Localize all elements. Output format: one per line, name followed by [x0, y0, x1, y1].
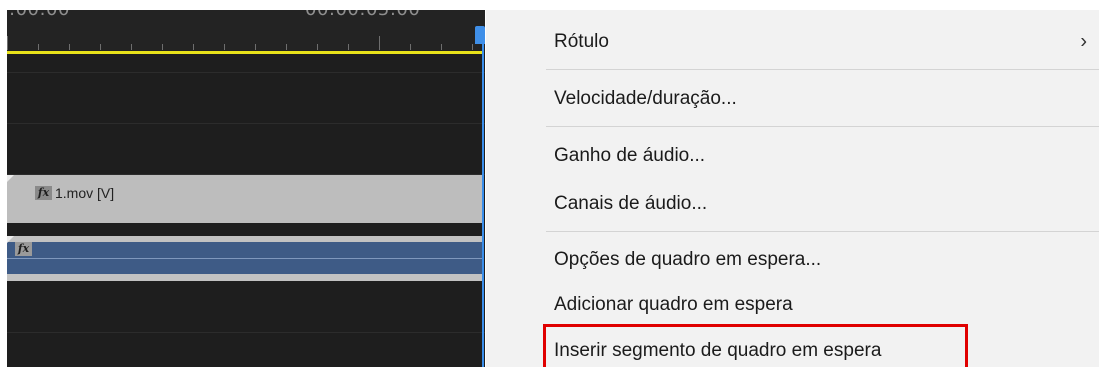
menu-separator — [546, 69, 1099, 70]
ruler-tick — [348, 44, 349, 50]
time-ruler[interactable]: :00:00 00:00:05:00 — [7, 10, 485, 53]
fx-badge-icon: fx — [35, 186, 52, 200]
menu-item-label: Ganho de áudio... — [554, 145, 706, 166]
ruler-tick — [286, 44, 287, 50]
menu-item-opcoes-quadro-espera[interactable]: Opções de quadro em espera... — [486, 240, 1099, 280]
ruler-tick — [131, 44, 132, 50]
timecode-mark: 00:00:05:00 — [305, 10, 420, 20]
menu-item-canais-de-audio[interactable]: Canais de áudio... — [486, 184, 1099, 224]
track-divider — [7, 123, 485, 124]
ruler-tick — [379, 36, 380, 50]
clip-corner-marker — [7, 175, 14, 182]
timeline-panel[interactable]: :00:00 00:00:05:00 fx 1.mov [V] fx — [7, 10, 485, 367]
ruler-tick — [317, 44, 318, 50]
work-area-bar[interactable] — [7, 51, 483, 54]
timecode-start: :00:00 — [9, 10, 70, 20]
menu-item-velocidade-duracao[interactable]: Velocidade/duração... — [486, 79, 1099, 119]
ruler-tick — [162, 44, 163, 50]
fx-badge-icon: fx — [15, 242, 32, 256]
ruler-tick — [7, 36, 8, 50]
ruler-tick — [472, 44, 473, 50]
menu-separator — [546, 231, 1099, 232]
playhead-line[interactable] — [482, 44, 484, 367]
ruler-tick — [69, 44, 70, 50]
menu-item-label: Adicionar quadro em espera — [554, 294, 793, 315]
highlight-box — [543, 324, 968, 367]
ruler-tick — [255, 44, 256, 50]
ruler-tick — [100, 44, 101, 50]
ruler-tick — [441, 44, 442, 50]
menu-item-rotulo[interactable]: Rótulo › — [486, 22, 1099, 62]
menu-item-label: Opções de quadro em espera... — [554, 249, 822, 270]
clip-corner-marker — [7, 236, 14, 243]
track-divider — [7, 332, 485, 333]
menu-item-adicionar-quadro-espera[interactable]: Adicionar quadro em espera — [486, 285, 1099, 325]
menu-item-label: Rótulo — [554, 31, 609, 52]
ruler-tick — [410, 44, 411, 50]
chevron-right-icon: › — [1080, 30, 1087, 53]
ruler-tick — [224, 44, 225, 50]
playhead-handle[interactable] — [475, 26, 485, 44]
menu-item-ganho-de-audio[interactable]: Ganho de áudio... — [486, 136, 1099, 176]
menu-item-label: Canais de áudio... — [554, 193, 708, 214]
audio-level-line — [7, 258, 483, 259]
ruler-tick — [193, 44, 194, 50]
video-clip-name: 1.mov [V] — [55, 185, 115, 201]
ruler-tick — [38, 44, 39, 50]
track-divider — [7, 72, 485, 73]
clip-context-menu: Rótulo › Velocidade/duração... Ganho de … — [486, 10, 1099, 367]
menu-item-label: Velocidade/duração... — [554, 88, 737, 109]
menu-separator — [546, 126, 1099, 127]
